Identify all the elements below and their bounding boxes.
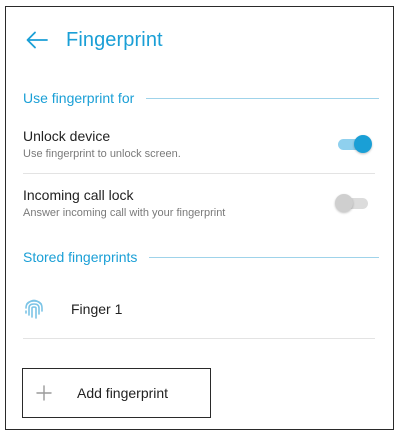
section-header-use-fingerprint: Use fingerprint for (6, 87, 393, 109)
pref-unlock-device[interactable]: Unlock device Use fingerprint to unlock … (6, 115, 393, 173)
pref-incoming-call-lock[interactable]: Incoming call lock Answer incoming call … (6, 174, 393, 232)
app-bar: Fingerprint (6, 7, 393, 73)
fingerprint-label: Finger 1 (71, 301, 123, 317)
page-title: Fingerprint (66, 28, 163, 51)
switch-thumb (335, 194, 353, 212)
incoming-call-lock-toggle[interactable] (335, 192, 373, 214)
pref-text: Incoming call lock Answer incoming call … (23, 186, 335, 221)
add-fingerprint-label: Add fingerprint (77, 385, 169, 401)
row-divider (23, 338, 375, 339)
arrow-left-icon (26, 31, 48, 49)
fingerprint-item[interactable]: Finger 1 (6, 280, 393, 338)
pref-summary: Answer incoming call with your fingerpri… (23, 206, 226, 219)
settings-screen: Fingerprint Use fingerprint for Unlock d… (5, 6, 394, 430)
section-title: Stored fingerprints (23, 249, 138, 265)
pref-title: Unlock device (23, 127, 111, 144)
plus-icon (33, 382, 55, 404)
pref-text: Unlock device Use fingerprint to unlock … (23, 127, 335, 162)
section-divider (149, 256, 379, 258)
section-title: Use fingerprint for (23, 90, 135, 106)
add-fingerprint-button[interactable]: Add fingerprint (22, 368, 211, 418)
back-button[interactable] (24, 27, 50, 53)
pref-summary: Use fingerprint to unlock screen. (23, 147, 181, 160)
section-header-stored-fingerprints: Stored fingerprints (6, 246, 393, 268)
switch-thumb (354, 135, 372, 153)
unlock-device-toggle[interactable] (335, 133, 373, 155)
pref-title: Incoming call lock (23, 186, 134, 203)
fingerprint-icon (23, 298, 45, 320)
section-divider (146, 97, 379, 99)
